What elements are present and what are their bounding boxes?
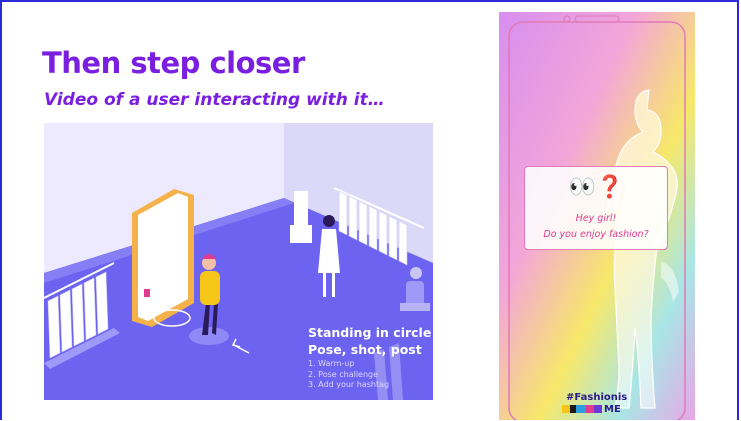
step-item: 2. Pose challenge — [308, 369, 379, 379]
illustration-steps: 1. Warm-up 2. Pose challenge 3. Add your… — [308, 359, 389, 391]
caption-line-2: Pose, shot, post — [308, 342, 422, 357]
slide: Then step closer Video of a user interac… — [0, 0, 739, 420]
chat-bubble: 👀❓ Hey girl! Do you enjoy fashion? — [524, 166, 668, 250]
hashtag-line-2: ME — [562, 404, 621, 415]
slide-title: Then step closer — [42, 46, 305, 80]
bubble-greeting: Hey girl! — [575, 213, 617, 224]
bubble-question: Do you enjoy fashion? — [543, 229, 649, 240]
step-item: 3. Add your hashtag — [308, 380, 390, 389]
step-item: 1. Warm-up — [308, 359, 355, 368]
smart-mirror — [132, 189, 194, 327]
hashtag-line-1: #Fashionis — [566, 392, 628, 403]
caption-line-1: Standing in circle 1 — [308, 325, 445, 340]
logo-color-bars — [562, 405, 602, 413]
hashtag-me: ME — [604, 404, 621, 415]
illustration-caption: Standing in circle 1 Pose, shot, post — [308, 324, 444, 358]
slide-subtitle: Video of a user interacting with it… — [44, 90, 385, 110]
eyes-question-icon: 👀❓ — [568, 175, 624, 200]
